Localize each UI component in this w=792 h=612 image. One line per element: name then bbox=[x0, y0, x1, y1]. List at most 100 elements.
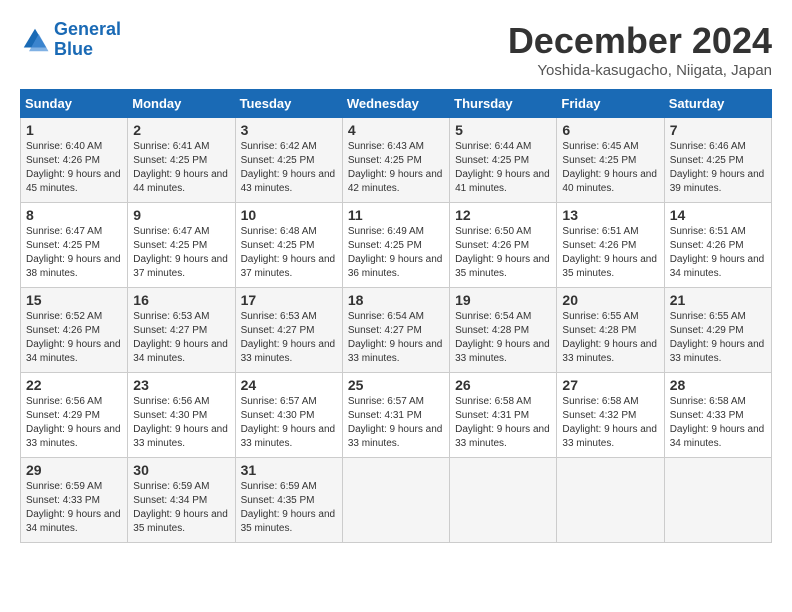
table-row bbox=[557, 458, 664, 543]
day-info: Sunrise: 6:53 AM Sunset: 4:27 PM Dayligh… bbox=[241, 310, 337, 366]
day-number: 18 bbox=[348, 292, 444, 308]
col-friday: Friday bbox=[557, 90, 664, 118]
day-info: Sunrise: 6:48 AM Sunset: 4:25 PM Dayligh… bbox=[241, 225, 337, 281]
day-number: 7 bbox=[670, 122, 766, 138]
logo-icon bbox=[20, 25, 50, 55]
table-row: 9 Sunrise: 6:47 AM Sunset: 4:25 PM Dayli… bbox=[128, 203, 235, 288]
day-info: Sunrise: 6:59 AM Sunset: 4:35 PM Dayligh… bbox=[241, 480, 337, 536]
day-number: 16 bbox=[133, 292, 229, 308]
day-number: 30 bbox=[133, 462, 229, 478]
day-number: 20 bbox=[562, 292, 658, 308]
day-info: Sunrise: 6:54 AM Sunset: 4:27 PM Dayligh… bbox=[348, 310, 444, 366]
table-row: 19 Sunrise: 6:54 AM Sunset: 4:28 PM Dayl… bbox=[450, 288, 557, 373]
header: General Blue December 2024 Yoshida-kasug… bbox=[20, 20, 772, 79]
table-row: 8 Sunrise: 6:47 AM Sunset: 4:25 PM Dayli… bbox=[21, 203, 128, 288]
calendar-week-row: 15 Sunrise: 6:52 AM Sunset: 4:26 PM Dayl… bbox=[21, 288, 772, 373]
table-row: 24 Sunrise: 6:57 AM Sunset: 4:30 PM Dayl… bbox=[235, 373, 342, 458]
table-row: 15 Sunrise: 6:52 AM Sunset: 4:26 PM Dayl… bbox=[21, 288, 128, 373]
table-row: 26 Sunrise: 6:58 AM Sunset: 4:31 PM Dayl… bbox=[450, 373, 557, 458]
day-info: Sunrise: 6:43 AM Sunset: 4:25 PM Dayligh… bbox=[348, 140, 444, 196]
col-wednesday: Wednesday bbox=[342, 90, 449, 118]
day-info: Sunrise: 6:56 AM Sunset: 4:29 PM Dayligh… bbox=[26, 395, 122, 451]
day-info: Sunrise: 6:41 AM Sunset: 4:25 PM Dayligh… bbox=[133, 140, 229, 196]
table-row: 2 Sunrise: 6:41 AM Sunset: 4:25 PM Dayli… bbox=[128, 118, 235, 203]
logo-line1: General bbox=[54, 19, 121, 39]
day-info: Sunrise: 6:47 AM Sunset: 4:25 PM Dayligh… bbox=[133, 225, 229, 281]
day-info: Sunrise: 6:40 AM Sunset: 4:26 PM Dayligh… bbox=[26, 140, 122, 196]
table-row: 6 Sunrise: 6:45 AM Sunset: 4:25 PM Dayli… bbox=[557, 118, 664, 203]
day-info: Sunrise: 6:54 AM Sunset: 4:28 PM Dayligh… bbox=[455, 310, 551, 366]
day-number: 14 bbox=[670, 207, 766, 223]
day-number: 10 bbox=[241, 207, 337, 223]
table-row: 29 Sunrise: 6:59 AM Sunset: 4:33 PM Dayl… bbox=[21, 458, 128, 543]
day-info: Sunrise: 6:58 AM Sunset: 4:33 PM Dayligh… bbox=[670, 395, 766, 451]
location-title: Yoshida-kasugacho, Niigata, Japan bbox=[508, 62, 772, 79]
day-info: Sunrise: 6:58 AM Sunset: 4:32 PM Dayligh… bbox=[562, 395, 658, 451]
table-row: 7 Sunrise: 6:46 AM Sunset: 4:25 PM Dayli… bbox=[664, 118, 771, 203]
day-info: Sunrise: 6:57 AM Sunset: 4:31 PM Dayligh… bbox=[348, 395, 444, 451]
table-row: 18 Sunrise: 6:54 AM Sunset: 4:27 PM Dayl… bbox=[342, 288, 449, 373]
table-row: 30 Sunrise: 6:59 AM Sunset: 4:34 PM Dayl… bbox=[128, 458, 235, 543]
month-title: December 2024 bbox=[508, 20, 772, 62]
table-row: 22 Sunrise: 6:56 AM Sunset: 4:29 PM Dayl… bbox=[21, 373, 128, 458]
table-row: 16 Sunrise: 6:53 AM Sunset: 4:27 PM Dayl… bbox=[128, 288, 235, 373]
calendar-week-row: 1 Sunrise: 6:40 AM Sunset: 4:26 PM Dayli… bbox=[21, 118, 772, 203]
day-info: Sunrise: 6:46 AM Sunset: 4:25 PM Dayligh… bbox=[670, 140, 766, 196]
table-row: 3 Sunrise: 6:42 AM Sunset: 4:25 PM Dayli… bbox=[235, 118, 342, 203]
day-number: 5 bbox=[455, 122, 551, 138]
day-info: Sunrise: 6:59 AM Sunset: 4:34 PM Dayligh… bbox=[133, 480, 229, 536]
day-info: Sunrise: 6:44 AM Sunset: 4:25 PM Dayligh… bbox=[455, 140, 551, 196]
table-row: 17 Sunrise: 6:53 AM Sunset: 4:27 PM Dayl… bbox=[235, 288, 342, 373]
table-row: 31 Sunrise: 6:59 AM Sunset: 4:35 PM Dayl… bbox=[235, 458, 342, 543]
table-row: 23 Sunrise: 6:56 AM Sunset: 4:30 PM Dayl… bbox=[128, 373, 235, 458]
table-row: 27 Sunrise: 6:58 AM Sunset: 4:32 PM Dayl… bbox=[557, 373, 664, 458]
day-number: 15 bbox=[26, 292, 122, 308]
day-number: 12 bbox=[455, 207, 551, 223]
day-number: 1 bbox=[26, 122, 122, 138]
day-number: 25 bbox=[348, 377, 444, 393]
day-number: 19 bbox=[455, 292, 551, 308]
day-info: Sunrise: 6:56 AM Sunset: 4:30 PM Dayligh… bbox=[133, 395, 229, 451]
day-info: Sunrise: 6:55 AM Sunset: 4:28 PM Dayligh… bbox=[562, 310, 658, 366]
logo: General Blue bbox=[20, 20, 121, 60]
table-row: 20 Sunrise: 6:55 AM Sunset: 4:28 PM Dayl… bbox=[557, 288, 664, 373]
day-number: 21 bbox=[670, 292, 766, 308]
table-row bbox=[450, 458, 557, 543]
calendar-week-row: 22 Sunrise: 6:56 AM Sunset: 4:29 PM Dayl… bbox=[21, 373, 772, 458]
table-row bbox=[342, 458, 449, 543]
table-row: 21 Sunrise: 6:55 AM Sunset: 4:29 PM Dayl… bbox=[664, 288, 771, 373]
col-monday: Monday bbox=[128, 90, 235, 118]
day-number: 11 bbox=[348, 207, 444, 223]
day-number: 9 bbox=[133, 207, 229, 223]
day-number: 31 bbox=[241, 462, 337, 478]
col-saturday: Saturday bbox=[664, 90, 771, 118]
calendar-table: Sunday Monday Tuesday Wednesday Thursday… bbox=[20, 89, 772, 543]
day-number: 4 bbox=[348, 122, 444, 138]
title-area: December 2024 Yoshida-kasugacho, Niigata… bbox=[508, 20, 772, 79]
col-tuesday: Tuesday bbox=[235, 90, 342, 118]
table-row: 25 Sunrise: 6:57 AM Sunset: 4:31 PM Dayl… bbox=[342, 373, 449, 458]
day-info: Sunrise: 6:47 AM Sunset: 4:25 PM Dayligh… bbox=[26, 225, 122, 281]
day-info: Sunrise: 6:55 AM Sunset: 4:29 PM Dayligh… bbox=[670, 310, 766, 366]
day-info: Sunrise: 6:57 AM Sunset: 4:30 PM Dayligh… bbox=[241, 395, 337, 451]
day-info: Sunrise: 6:42 AM Sunset: 4:25 PM Dayligh… bbox=[241, 140, 337, 196]
day-number: 24 bbox=[241, 377, 337, 393]
table-row: 10 Sunrise: 6:48 AM Sunset: 4:25 PM Dayl… bbox=[235, 203, 342, 288]
day-info: Sunrise: 6:51 AM Sunset: 4:26 PM Dayligh… bbox=[562, 225, 658, 281]
day-info: Sunrise: 6:58 AM Sunset: 4:31 PM Dayligh… bbox=[455, 395, 551, 451]
table-row: 14 Sunrise: 6:51 AM Sunset: 4:26 PM Dayl… bbox=[664, 203, 771, 288]
day-number: 6 bbox=[562, 122, 658, 138]
day-number: 29 bbox=[26, 462, 122, 478]
day-number: 13 bbox=[562, 207, 658, 223]
day-number: 28 bbox=[670, 377, 766, 393]
logo-line2: Blue bbox=[54, 39, 93, 59]
table-row: 13 Sunrise: 6:51 AM Sunset: 4:26 PM Dayl… bbox=[557, 203, 664, 288]
day-number: 22 bbox=[26, 377, 122, 393]
day-number: 8 bbox=[26, 207, 122, 223]
header-row: Sunday Monday Tuesday Wednesday Thursday… bbox=[21, 90, 772, 118]
day-number: 26 bbox=[455, 377, 551, 393]
table-row: 11 Sunrise: 6:49 AM Sunset: 4:25 PM Dayl… bbox=[342, 203, 449, 288]
day-number: 3 bbox=[241, 122, 337, 138]
table-row: 28 Sunrise: 6:58 AM Sunset: 4:33 PM Dayl… bbox=[664, 373, 771, 458]
table-row: 12 Sunrise: 6:50 AM Sunset: 4:26 PM Dayl… bbox=[450, 203, 557, 288]
